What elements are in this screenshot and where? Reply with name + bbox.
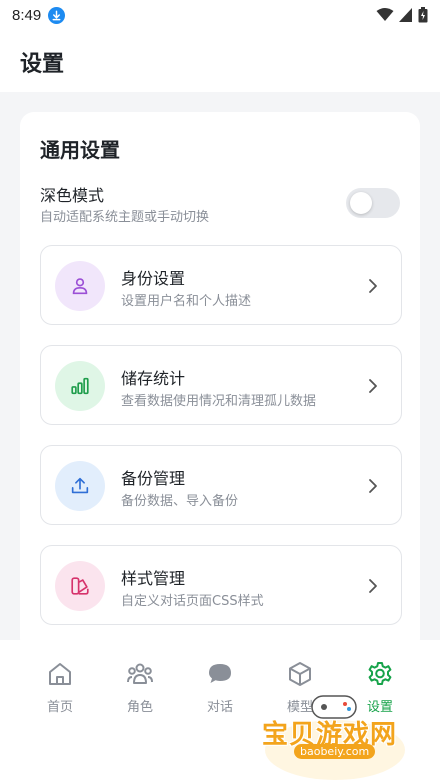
- watermark: 宝贝游戏网 baobeiy.com: [250, 690, 420, 780]
- nav-chat[interactable]: 对话: [180, 660, 260, 715]
- wifi-icon: [376, 8, 394, 21]
- nav-home[interactable]: 首页: [20, 660, 100, 715]
- palette-icon: [55, 561, 105, 611]
- chevron-right-icon: [369, 379, 377, 393]
- chevron-right-icon: [369, 479, 377, 493]
- backup-manage-item[interactable]: 备份管理 备份数据、导入备份: [40, 445, 402, 525]
- dark-mode-label: 深色模式: [40, 186, 105, 205]
- chat-icon: [209, 664, 231, 683]
- style-manage-item[interactable]: 样式管理 自定义对话页面CSS样式: [40, 545, 402, 625]
- gear-icon: [368, 662, 392, 685]
- item-subtitle: 备份数据、导入备份: [121, 494, 239, 509]
- home-icon: [49, 663, 71, 685]
- item-subtitle: 设置用户名和个人描述: [121, 294, 252, 309]
- item-title: 身份设置: [121, 269, 186, 288]
- item-subtitle: 查看数据使用情况和清理孤儿数据: [121, 394, 317, 409]
- upload-icon: [55, 461, 105, 511]
- item-title: 样式管理: [121, 569, 186, 588]
- section-title: 通用设置: [40, 138, 120, 162]
- header: 设置: [0, 30, 440, 92]
- item-title: 备份管理: [121, 469, 186, 488]
- watermark-url: baobeiy.com: [294, 744, 376, 759]
- cell-signal-icon: [399, 8, 412, 22]
- nav-label: 首页: [46, 700, 73, 715]
- item-title: 储存统计: [121, 369, 186, 388]
- status-time: 8:49: [12, 6, 42, 24]
- chevron-right-icon: [369, 279, 377, 293]
- dark-mode-toggle[interactable]: [346, 188, 400, 218]
- dark-mode-description: 自动适配系统主题或手动切换: [40, 210, 210, 225]
- page-title: 设置: [20, 52, 65, 77]
- storage-stats-item[interactable]: 储存统计 查看数据使用情况和清理孤儿数据: [40, 345, 402, 425]
- identity-settings-item[interactable]: 身份设置 设置用户名和个人描述: [40, 245, 402, 325]
- general-settings-card: 通用设置 深色模式 自动适配系统主题或手动切换 身份设置 设置用户名和个人描述 …: [20, 112, 420, 652]
- nav-characters[interactable]: 角色: [100, 660, 180, 715]
- item-subtitle: 自定义对话页面CSS样式: [121, 594, 264, 609]
- chevron-right-icon: [369, 579, 377, 593]
- nav-label: 角色: [126, 700, 153, 715]
- toggle-knob: [350, 192, 372, 214]
- bar-chart-icon: [55, 361, 105, 411]
- user-icon: [55, 261, 105, 311]
- nav-label: 对话: [206, 700, 233, 715]
- cube-icon: [289, 662, 311, 686]
- people-icon: [127, 663, 153, 684]
- download-icon: [48, 6, 66, 24]
- battery-icon: [418, 7, 428, 23]
- status-bar: 8:49: [0, 0, 440, 30]
